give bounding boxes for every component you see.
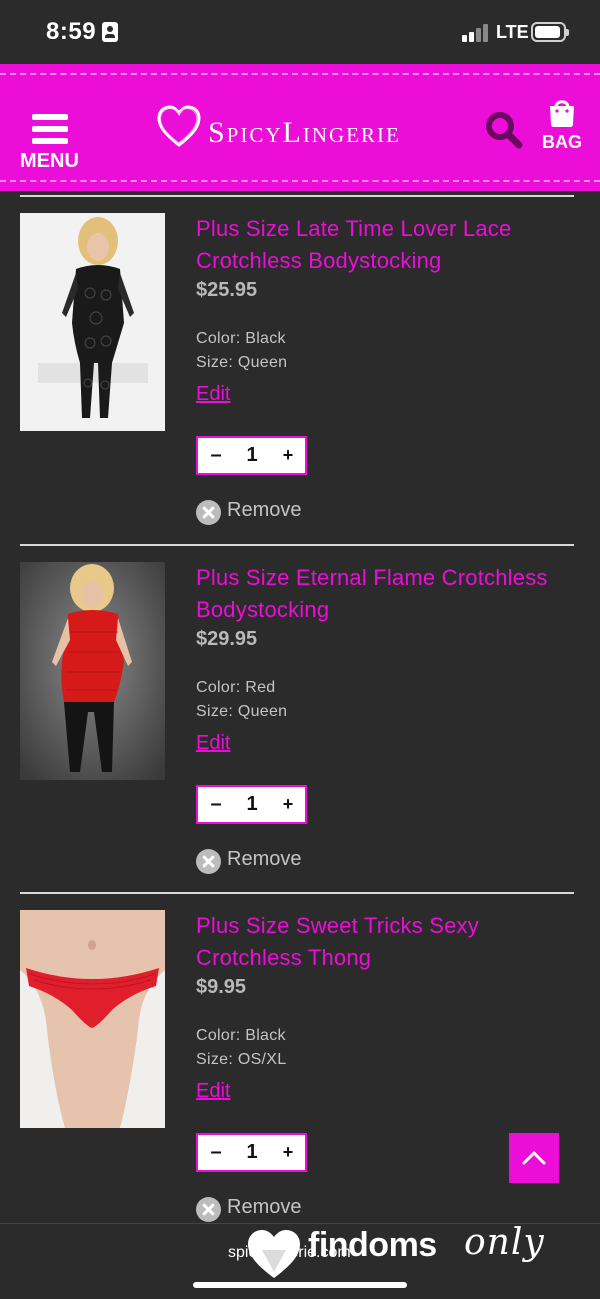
size-label: Size:	[196, 703, 234, 720]
product-image[interactable]	[20, 910, 165, 1128]
product-image[interactable]	[20, 562, 165, 780]
product-size: Size: OS/XL	[196, 1051, 286, 1069]
quantity-value[interactable]: 1	[236, 1135, 268, 1170]
contact-card-icon	[102, 22, 118, 42]
heart-watermark-icon	[248, 1230, 300, 1278]
quantity-value[interactable]: 1	[236, 787, 268, 822]
remove-label: Remove	[227, 1196, 302, 1218]
size-value: OS/XL	[237, 1051, 287, 1068]
cellular-signal-icon	[462, 24, 490, 42]
site-header: MENU SpicyLingerie BAG	[0, 64, 600, 191]
remove-x-icon	[196, 1197, 221, 1222]
product-price: $25.95	[196, 279, 258, 301]
remove-x-icon	[196, 849, 221, 874]
color-value: Black	[245, 1027, 286, 1044]
bag-label: BAG	[542, 132, 582, 152]
product-color: Color: Red	[196, 679, 276, 697]
watermark-text-only: only	[464, 1222, 545, 1263]
status-bar: 8:59 LTE	[0, 0, 600, 64]
site-logo[interactable]: SpicyLingerie	[156, 104, 426, 156]
item-divider	[20, 892, 574, 894]
color-label: Color:	[196, 1027, 241, 1044]
item-divider	[20, 195, 574, 197]
size-value: Queen	[237, 703, 288, 720]
product-title[interactable]: Plus Size Eternal Flame Crotchless Bodys…	[196, 562, 576, 626]
battery-icon	[531, 22, 569, 42]
network-type: LTE	[496, 22, 529, 42]
item-divider	[20, 544, 574, 546]
hamburger-icon	[32, 114, 68, 144]
decrease-quantity-button[interactable]: –	[204, 787, 228, 822]
product-price: $9.95	[196, 976, 247, 998]
decrease-quantity-button[interactable]: –	[204, 1135, 228, 1170]
menu-label: MENU	[20, 150, 79, 172]
increase-quantity-button[interactable]: +	[276, 1135, 300, 1170]
heart-logo-icon	[157, 105, 201, 147]
product-color: Color: Black	[196, 1027, 286, 1045]
edit-link[interactable]: Edit	[196, 1080, 230, 1103]
search-button[interactable]	[484, 110, 524, 150]
size-label: Size:	[196, 1051, 234, 1068]
size-label: Size:	[196, 354, 234, 371]
watermark-text-findoms: findoms	[308, 1226, 437, 1264]
quantity-stepper: – 1 +	[196, 1133, 307, 1172]
product-price: $29.95	[196, 628, 258, 650]
size-value: Queen	[237, 354, 288, 371]
cart-item: Plus Size Eternal Flame Crotchless Bodys…	[0, 562, 600, 902]
product-size: Size: Queen	[196, 703, 287, 721]
remove-label: Remove	[227, 848, 302, 870]
increase-quantity-button[interactable]: +	[276, 787, 300, 822]
decrease-quantity-button[interactable]: –	[204, 438, 228, 473]
edit-link[interactable]: Edit	[196, 732, 230, 755]
edit-link[interactable]: Edit	[196, 383, 230, 406]
cart-item: Plus Size Late Time Lover Lace Crotchles…	[0, 213, 600, 553]
remove-x-icon	[196, 500, 221, 525]
color-label: Color:	[196, 330, 241, 347]
cart-list: Plus Size Late Time Lover Lace Crotchles…	[0, 191, 600, 1223]
product-size: Size: Queen	[196, 354, 287, 372]
increase-quantity-button[interactable]: +	[276, 438, 300, 473]
chevron-up-icon	[522, 1151, 546, 1165]
logo-text: SpicyLingerie	[208, 116, 401, 149]
back-to-top-button[interactable]	[509, 1133, 559, 1183]
product-color: Color: Black	[196, 330, 286, 348]
remove-label: Remove	[227, 499, 302, 521]
quantity-value[interactable]: 1	[236, 438, 268, 473]
quantity-stepper: – 1 +	[196, 785, 307, 824]
header-stitch-bottom	[0, 180, 600, 182]
shopping-bag-icon	[550, 100, 574, 127]
product-title[interactable]: Plus Size Late Time Lover Lace Crotchles…	[196, 213, 576, 277]
search-icon	[486, 112, 523, 149]
color-value: Black	[245, 330, 286, 347]
status-time: 8:59	[46, 18, 97, 45]
product-image[interactable]	[20, 213, 165, 431]
bag-button[interactable]: BAG	[537, 98, 587, 158]
watermark: findoms only	[246, 1222, 592, 1284]
quantity-stepper: – 1 +	[196, 436, 307, 475]
product-title[interactable]: Plus Size Sweet Tricks Sexy Crotchless T…	[196, 910, 576, 974]
color-value: Red	[245, 679, 276, 696]
menu-button[interactable]: MENU	[18, 110, 84, 178]
header-stitch-top	[0, 73, 600, 75]
color-label: Color:	[196, 679, 241, 696]
